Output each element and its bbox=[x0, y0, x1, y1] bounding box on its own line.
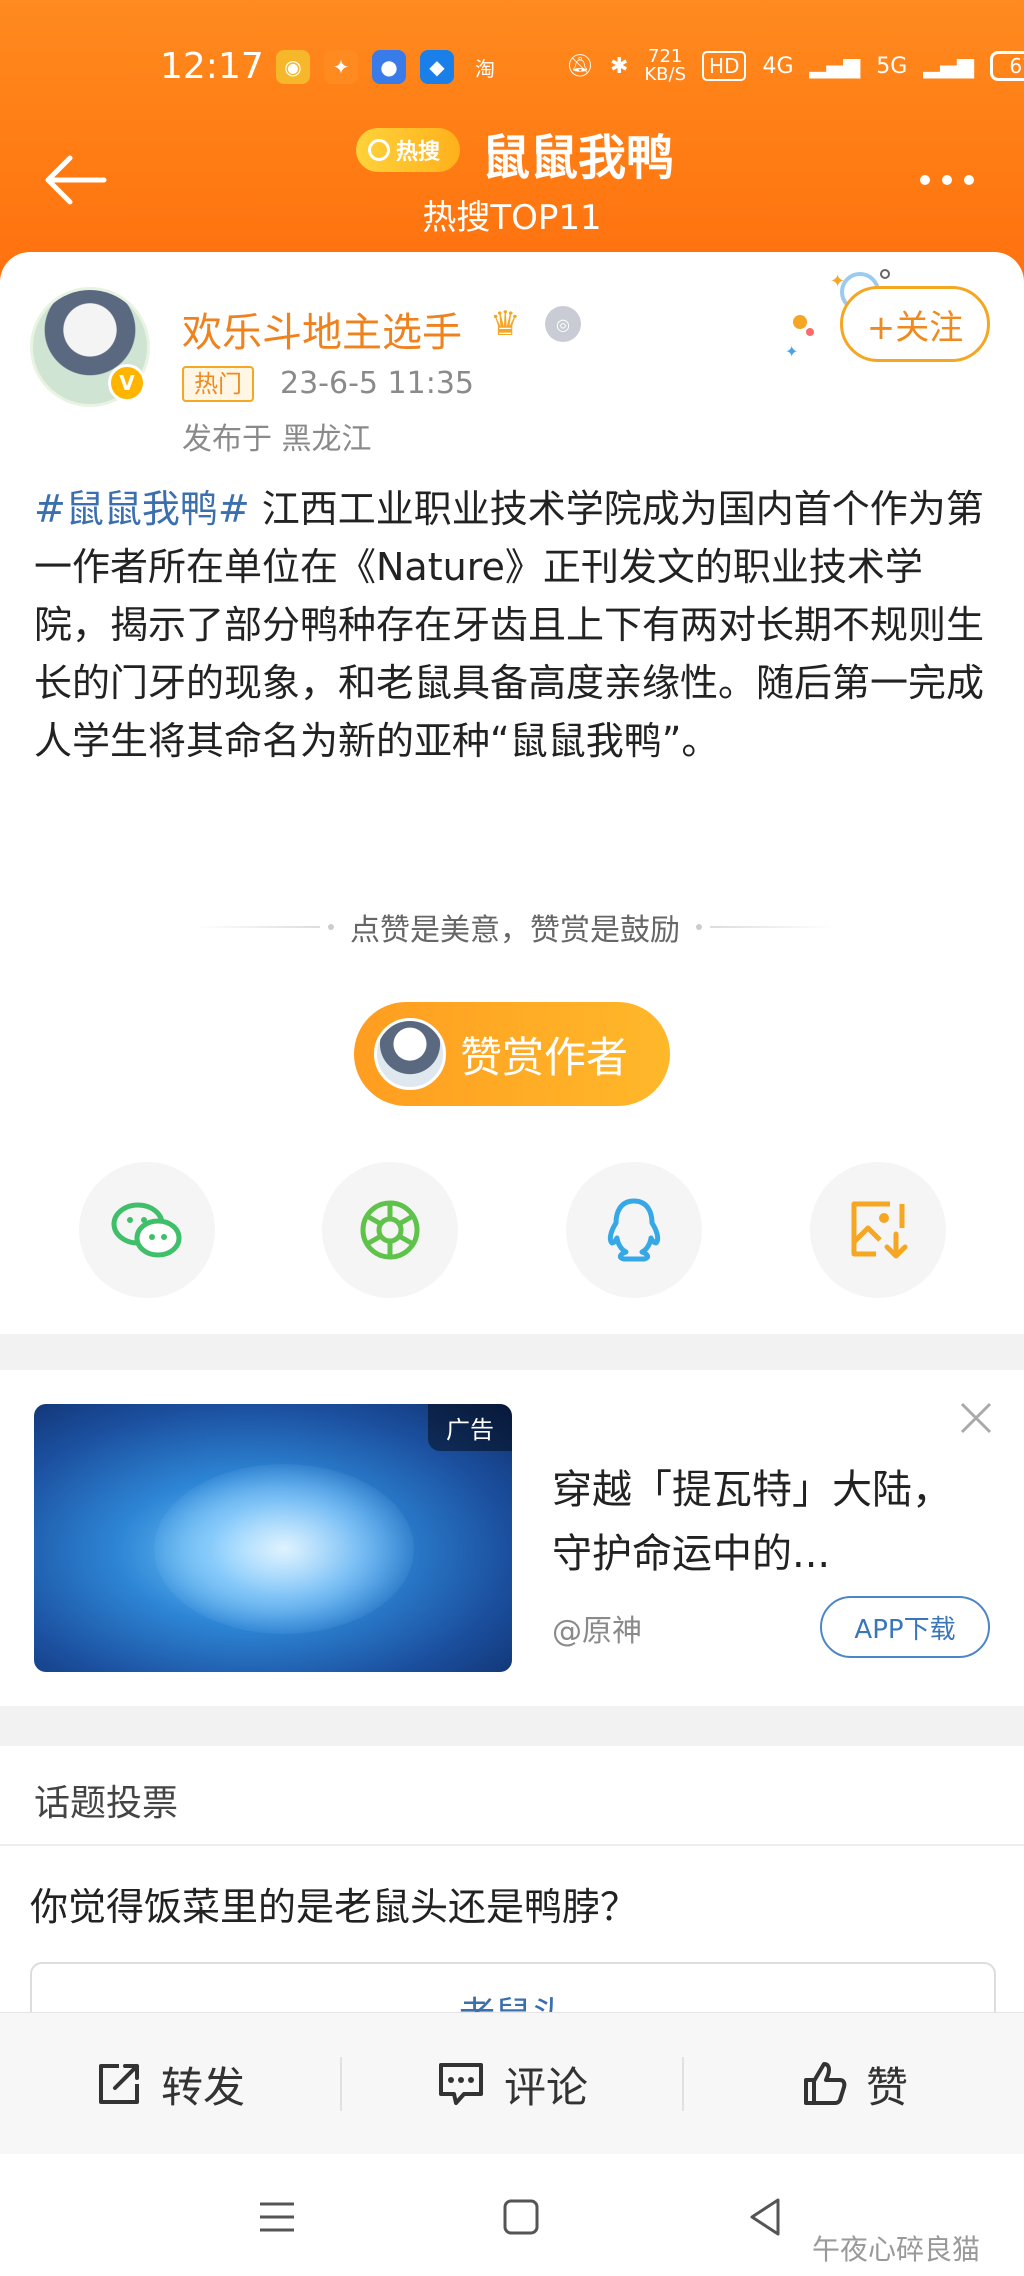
ad-creature-image bbox=[154, 1464, 414, 1634]
close-icon[interactable] bbox=[958, 1400, 994, 1436]
verified-badge-icon: V bbox=[108, 364, 146, 402]
hot-search-label: 热搜 bbox=[396, 140, 441, 165]
taobao-icon: 淘 bbox=[475, 56, 495, 81]
like-button[interactable]: 赞 bbox=[684, 2013, 1024, 2155]
mute-icon: 🔕︎ bbox=[566, 53, 594, 79]
medal-icon: ◎ bbox=[545, 306, 581, 342]
hot-tag: 热门 bbox=[182, 366, 254, 402]
baidu-icon: ● bbox=[372, 50, 406, 84]
comment-label: 评论 bbox=[503, 2062, 588, 2112]
more-options-icon[interactable] bbox=[920, 165, 990, 195]
hot-search-badge: 热搜 bbox=[356, 128, 460, 172]
topic-vote: 话题投票 你觉得饭菜里的是老鼠头还是鸭脖？ 老鼠头 bbox=[0, 1746, 1024, 2012]
alipay-icon: ◆ bbox=[420, 50, 454, 84]
bluetooth-icon: ✱ bbox=[609, 53, 629, 79]
post-location: 发布于 黑龙江 bbox=[182, 422, 372, 457]
vote-header: 话题投票 bbox=[34, 1783, 179, 1824]
svg-text:✦: ✦ bbox=[785, 342, 798, 361]
watermark: 午夜心碎良猫 bbox=[812, 2233, 981, 2266]
post-card: V 欢乐斗地主选手 ♛ ◎ 热门 23-6-5 11:35 发布于 黑龙江 ✦ … bbox=[0, 252, 1024, 1334]
repost-label: 转发 bbox=[160, 2062, 245, 2112]
thumbs-up-icon bbox=[803, 2062, 847, 2105]
ad-title[interactable]: 穿越「提瓦特」大陆，守护命运中的... bbox=[552, 1458, 962, 1586]
status-bar: 12:17 ◉ ✦ ● ◆ 淘 🔕︎ ✱ 721 KB/S HD 4G ▂▄▆ … bbox=[0, 36, 1024, 100]
home-icon[interactable] bbox=[496, 2192, 546, 2242]
share-qq-button[interactable] bbox=[566, 1162, 702, 1298]
share-moments-button[interactable] bbox=[322, 1162, 458, 1298]
weibo-icon: ◉ bbox=[276, 50, 310, 84]
search-icon bbox=[368, 139, 390, 161]
avatar bbox=[374, 1018, 446, 1090]
post-time: 23-6-5 11:35 bbox=[280, 366, 474, 401]
topic-link[interactable]: #鼠鼠我鸭# bbox=[34, 487, 250, 531]
wechat-icon bbox=[111, 1202, 182, 1258]
crown-icon: ♛ bbox=[490, 304, 521, 344]
signal-bars-icon: ▂▄▆ bbox=[923, 53, 975, 79]
ad-tag: 广告 bbox=[428, 1404, 512, 1451]
page-subtitle: 热搜TOP11 bbox=[422, 198, 602, 238]
comment-icon bbox=[438, 2063, 483, 2105]
vote-question: 你觉得饭菜里的是老鼠头还是鸭脖？ bbox=[30, 1885, 639, 1929]
wechat-icon: ✦ bbox=[324, 50, 358, 84]
divider bbox=[0, 1844, 1024, 1846]
status-indicators: 🔕︎ ✱ 721 KB/S HD 4G ▂▄▆ 5G ▂▄▆ 67 bbox=[566, 48, 1024, 84]
page-title: 鼠鼠我鸭 bbox=[482, 130, 675, 186]
qq-icon bbox=[607, 1198, 661, 1262]
reward-author-label: 赞赏作者 bbox=[460, 1032, 629, 1082]
battery-icon: 67 bbox=[990, 51, 1024, 81]
save-image-icon bbox=[851, 1201, 908, 1259]
ad-source: @原神 bbox=[552, 1614, 642, 1649]
vote-option-1[interactable]: 老鼠头 bbox=[30, 1962, 996, 2012]
menu-icon[interactable] bbox=[252, 2192, 302, 2242]
reward-author-button[interactable]: 赞赏作者 bbox=[354, 1002, 670, 1106]
share-row bbox=[0, 1162, 1024, 1302]
net-speed: 721 KB/S bbox=[644, 46, 687, 85]
app-download-button[interactable]: APP下载 bbox=[820, 1596, 990, 1658]
post-body: #鼠鼠我鸭# 江西工业职业技术学院成为国内首个作为第一作者所在单位在《Natur… bbox=[34, 480, 994, 770]
signal-bars-icon: ▂▄▆ bbox=[809, 53, 861, 79]
ad-image[interactable]: 广告 bbox=[34, 1404, 512, 1672]
signal-4g: 4G bbox=[762, 53, 794, 79]
reward-divider-text: 点赞是美意，赞赏是鼓励 bbox=[350, 913, 680, 948]
action-bar: 转发 评论 赞 bbox=[0, 2012, 1024, 2154]
signal-5g: 5G bbox=[876, 53, 908, 79]
comment-button[interactable]: 评论 bbox=[342, 2013, 682, 2155]
status-app-icons: ◉ ✦ ● ◆ 淘 bbox=[276, 50, 502, 84]
hd-badge: HD bbox=[702, 51, 747, 81]
status-time: 12:17 bbox=[160, 46, 264, 87]
reward-divider: 点赞是美意，赞赏是鼓励 bbox=[195, 907, 835, 948]
back-icon[interactable] bbox=[740, 2192, 790, 2242]
repost-icon bbox=[98, 2064, 139, 2104]
like-label: 赞 bbox=[865, 2062, 908, 2112]
repost-button[interactable]: 转发 bbox=[0, 2013, 340, 2155]
save-image-button[interactable] bbox=[810, 1162, 946, 1298]
follow-button[interactable]: +关注 bbox=[840, 286, 990, 362]
share-wechat-button[interactable] bbox=[79, 1162, 215, 1298]
username[interactable]: 欢乐斗地主选手 bbox=[182, 300, 462, 358]
ad-card[interactable]: 广告 穿越「提瓦特」大陆，守护命运中的... @原神 APP下载 bbox=[0, 1370, 1024, 1706]
moments-icon bbox=[360, 1200, 420, 1260]
